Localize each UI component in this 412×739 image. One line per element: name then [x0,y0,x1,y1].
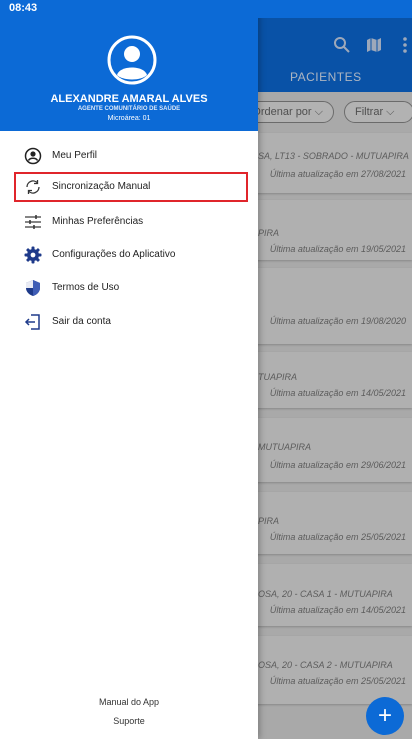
manual-link[interactable]: Manual do App [0,697,258,707]
avatar-icon [107,35,157,85]
shield-icon [26,280,40,296]
add-patient-button[interactable]: + [366,697,404,735]
menu-item-label: Termos de Uso [52,282,120,293]
user-microarea: Microárea: 01 [107,115,151,122]
menu-item-label: Configurações do Aplicativo [52,249,176,260]
menu-item-sync[interactable]: Sincronização Manual [14,172,248,202]
menu-item-terms[interactable]: Termos de Uso [14,273,248,303]
menu-item-app-settings[interactable]: Configurações do Aplicativo [14,240,248,270]
menu-item-preferences[interactable]: Minhas Preferências [14,207,248,237]
user-role: AGENTE COMUNITÁRIO DE SAÚDE [77,106,181,112]
drawer-header: ALEXANDRE AMARAL ALVES AGENTE COMUNITÁRI… [0,0,258,131]
menu-item-label: Sincronização Manual [52,181,151,192]
status-bar: 08:43 [0,0,412,18]
menu-item-logout[interactable]: Sair da conta [14,307,248,337]
menu-item-profile[interactable]: Meu Perfil [14,141,248,171]
sliders-icon [25,215,41,229]
menu-item-label: Sair da conta [52,316,111,327]
support-link[interactable]: Suporte [0,716,258,726]
navigation-drawer: ALEXANDRE AMARAL ALVES AGENTE COMUNITÁRI… [0,0,258,739]
menu-item-label: Meu Perfil [52,150,98,161]
profile-icon [24,147,42,165]
status-time: 08:43 [9,2,38,14]
logout-icon [24,314,40,330]
sync-icon [26,180,40,194]
user-name: ALEXANDRE AMARAL ALVES [50,93,208,105]
menu-item-label: Minhas Preferências [52,216,144,227]
gear-icon [24,246,42,264]
